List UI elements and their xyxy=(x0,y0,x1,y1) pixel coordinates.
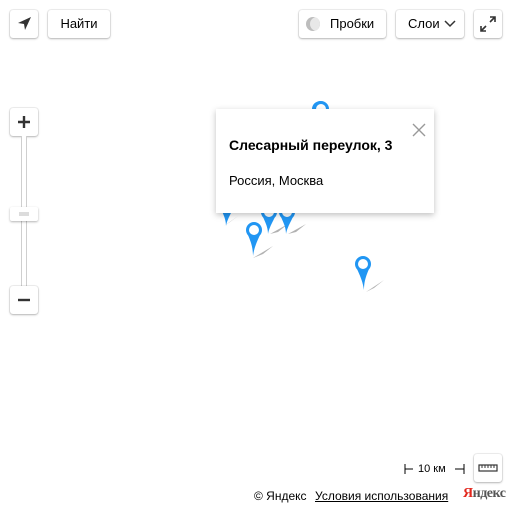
placemark-balloon: Слесарный переулок, 3 Россия, Москва xyxy=(216,109,434,213)
zoom-out-button[interactable] xyxy=(10,286,38,314)
scale-line: 10 км xyxy=(404,462,466,476)
copyright-text: © Яндекс xyxy=(254,489,307,503)
geolocation-button[interactable] xyxy=(10,10,38,38)
scale-left-tick xyxy=(404,464,413,474)
scale-label: 10 км xyxy=(418,463,446,475)
brand-logo-rest: ндекс xyxy=(472,486,506,501)
zoom-out-icon xyxy=(18,298,30,302)
map-canvas[interactable]: Слесарный переулок, 3 Россия, Москва xyxy=(0,0,512,512)
balloon-title: Слесарный переулок, 3 xyxy=(229,137,393,153)
layers-label: Слои xyxy=(408,16,440,31)
zoom-in-icon xyxy=(18,116,30,128)
zoom-slider-handle[interactable] xyxy=(10,207,38,221)
ruler-icon xyxy=(478,464,498,472)
brand-logo-first: Я xyxy=(463,486,473,501)
zoom-in-button[interactable] xyxy=(10,108,38,136)
traffic-label: Пробки xyxy=(330,16,375,31)
yandex-logo[interactable]: Яндекс xyxy=(463,486,506,502)
terms-of-use-link[interactable]: Условия использования xyxy=(315,489,448,503)
fullscreen-button[interactable] xyxy=(474,10,502,38)
traffic-icon xyxy=(306,17,320,31)
map-pin-icon[interactable] xyxy=(235,218,275,258)
ruler-button[interactable] xyxy=(474,454,502,482)
layers-button[interactable]: Слои xyxy=(396,10,464,38)
scale-right-tick xyxy=(455,464,465,474)
balloon-subtitle: Россия, Москва xyxy=(229,173,324,188)
search-button[interactable]: Найти xyxy=(48,10,110,38)
close-icon[interactable] xyxy=(410,121,428,139)
map-pin-icon[interactable] xyxy=(344,252,384,292)
fullscreen-icon xyxy=(480,16,496,32)
traffic-button[interactable]: Пробки xyxy=(299,10,386,38)
geolocation-icon xyxy=(18,17,31,30)
chevron-down-icon xyxy=(444,20,456,28)
